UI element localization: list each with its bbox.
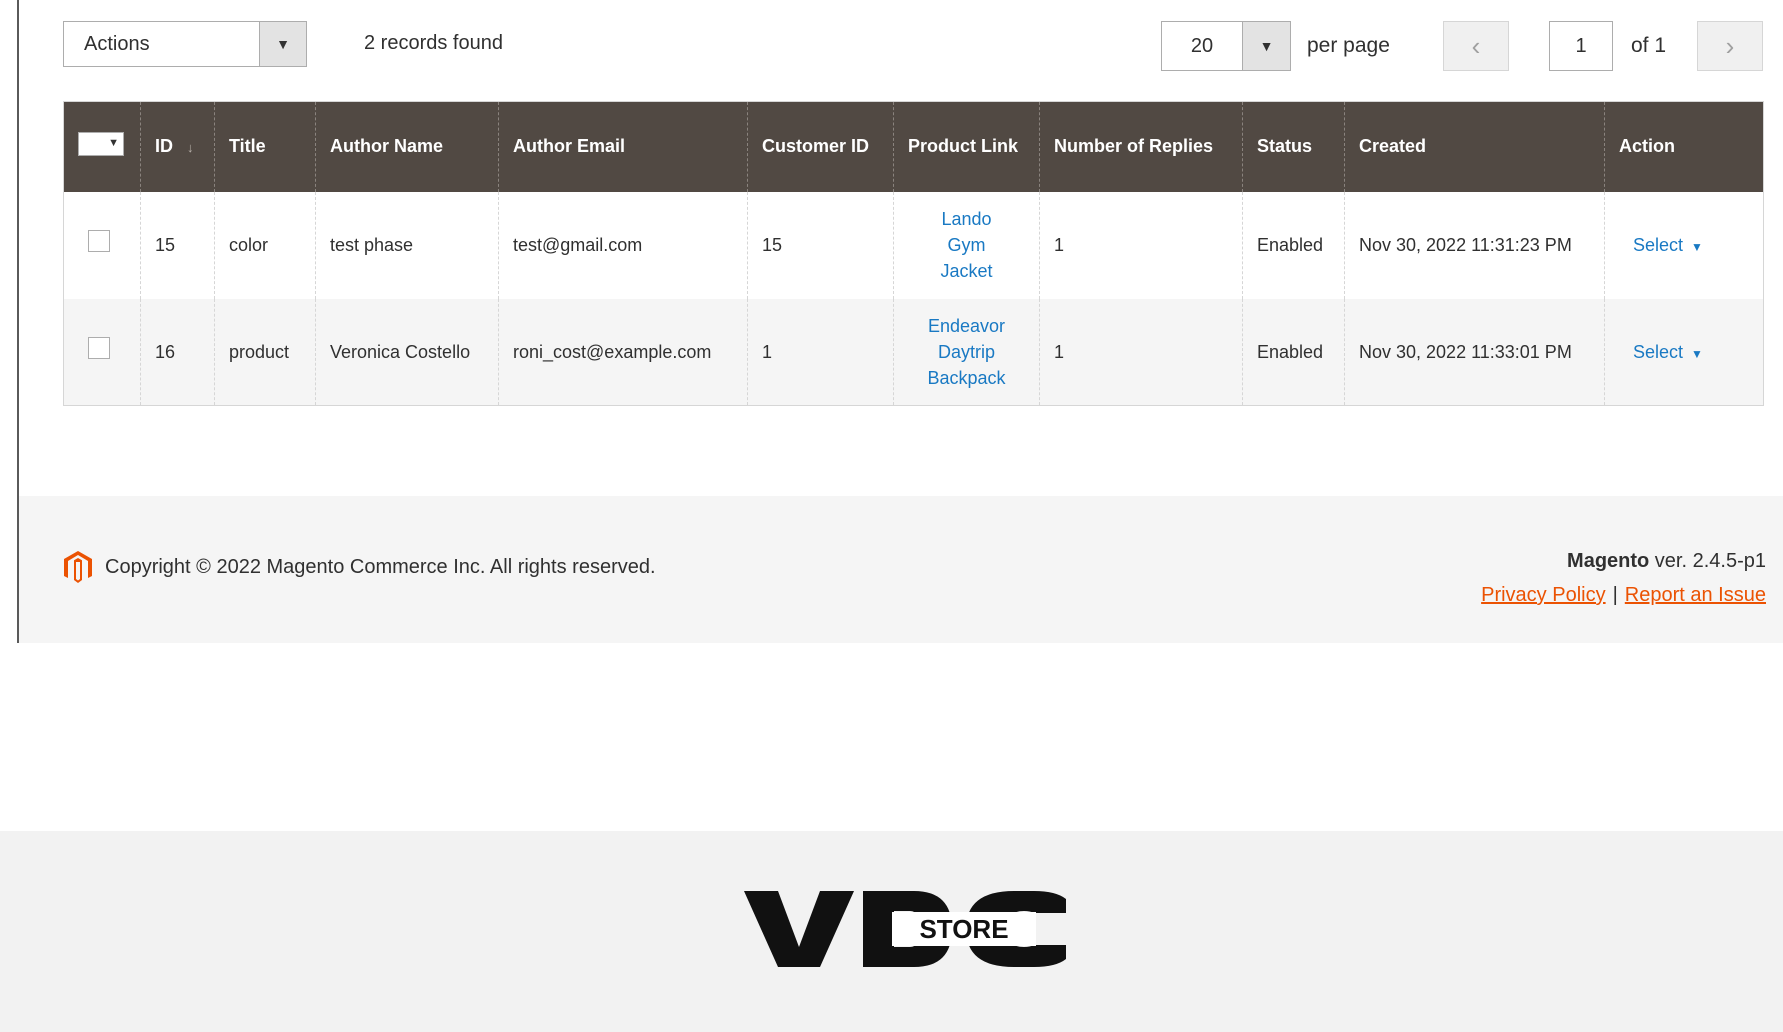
report-issue-link[interactable]: Report an Issue [1625, 584, 1766, 606]
mass-select-header[interactable]: ▼ [63, 101, 141, 192]
chevron-right-icon: › [1725, 30, 1735, 61]
row-select-cell [63, 298, 141, 406]
cell-customer-id: 1 [747, 298, 894, 406]
caret-down-icon: ▼ [259, 22, 306, 66]
row-select-cell [63, 191, 141, 299]
prev-page-button[interactable]: ‹ [1443, 21, 1509, 71]
row-checkbox[interactable] [88, 337, 110, 360]
logo-store-text: STORE [919, 914, 1008, 944]
mass-select-checkbox[interactable]: ▼ [78, 131, 124, 156]
records-found: 2 records found [364, 32, 503, 54]
caret-down-icon: ▼ [1691, 239, 1703, 254]
cell-id: 16 [140, 298, 215, 406]
cell-author-name: test phase [315, 191, 499, 299]
cell-author-name: Veronica Costello [315, 298, 499, 406]
cell-created: Nov 30, 2022 11:33:01 PM [1344, 298, 1605, 406]
action-cell: Select ▼ [1604, 191, 1764, 299]
cell-replies: 1 [1039, 298, 1243, 406]
cell-status: Enabled [1242, 298, 1345, 406]
cell-id: 15 [140, 191, 215, 299]
magento-logo-icon [64, 551, 92, 583]
caret-down-icon: ▼ [1242, 22, 1290, 70]
grid-header-row: ▼ ID ↓ Title Author Name Author Email Cus… [63, 101, 1764, 192]
table-row: 15 color test phase test@gmail.com 15 La… [63, 191, 1764, 299]
action-cell: Select ▼ [1604, 298, 1764, 406]
chevron-left-icon: ‹ [1471, 30, 1481, 61]
mass-actions-dropdown[interactable]: Actions ▼ [63, 21, 307, 67]
admin-footer: Copyright © 2022 Magento Commerce Inc. A… [19, 496, 1783, 643]
reviews-grid: ▼ ID ↓ Title Author Name Author Email Cus… [63, 101, 1764, 406]
magento-version: Magento ver. 2.4.5-p1 [1567, 550, 1766, 572]
page-total: of 1 [1631, 34, 1667, 57]
column-created[interactable]: Created [1344, 101, 1605, 192]
column-id[interactable]: ID ↓ [140, 101, 215, 192]
select-action-button[interactable]: Select ▼ [1633, 235, 1703, 255]
caret-down-icon: ▼ [1691, 346, 1703, 361]
cell-title: color [214, 191, 316, 299]
privacy-policy-link[interactable]: Privacy Policy [1481, 584, 1605, 606]
table-row: 16 product Veronica Costello roni_cost@e… [63, 298, 1764, 406]
cell-author-email: roni_cost@example.com [498, 298, 748, 406]
caret-down-icon: ▼ [108, 136, 119, 149]
column-title[interactable]: Title [214, 101, 316, 192]
admin-content: Actions ▼ 2 records found 20 ▼ per page … [0, 0, 1783, 643]
copyright: Copyright © 2022 Magento Commerce Inc. A… [63, 550, 656, 584]
column-number-of-replies[interactable]: Number of Replies [1039, 101, 1243, 192]
per-page-value: 20 [1190, 34, 1214, 57]
column-action: Action [1604, 101, 1764, 192]
per-page-select[interactable]: 20 ▼ [1161, 21, 1291, 71]
vdc-store-logo: STORE [744, 891, 1066, 967]
product-link[interactable]: Endeavor Daytrip Backpack [893, 298, 1040, 406]
row-checkbox[interactable] [88, 230, 110, 253]
cell-title: product [214, 298, 316, 406]
sort-arrow-icon: ↓ [187, 140, 194, 156]
product-link[interactable]: Lando Gym Jacket [893, 191, 1040, 299]
actions-label: Actions [84, 32, 150, 55]
column-product-link[interactable]: Product Link [893, 101, 1040, 192]
column-customer-id[interactable]: Customer ID [747, 101, 894, 192]
cell-status: Enabled [1242, 191, 1345, 299]
column-status[interactable]: Status [1242, 101, 1345, 192]
select-action-button[interactable]: Select ▼ [1633, 342, 1703, 362]
cell-customer-id: 15 [747, 191, 894, 299]
cell-created: Nov 30, 2022 11:31:23 PM [1344, 191, 1605, 299]
column-author-email[interactable]: Author Email [498, 101, 748, 192]
page-number-input[interactable]: 1 [1549, 21, 1613, 71]
store-banner: STORE [0, 831, 1783, 1032]
next-page-button[interactable]: › [1697, 21, 1763, 71]
footer-links: Privacy Policy | Report an Issue [1481, 584, 1766, 606]
column-author-name[interactable]: Author Name [315, 101, 499, 192]
cell-replies: 1 [1039, 191, 1243, 299]
cell-author-email: test@gmail.com [498, 191, 748, 299]
per-page-label: per page [1307, 34, 1390, 57]
